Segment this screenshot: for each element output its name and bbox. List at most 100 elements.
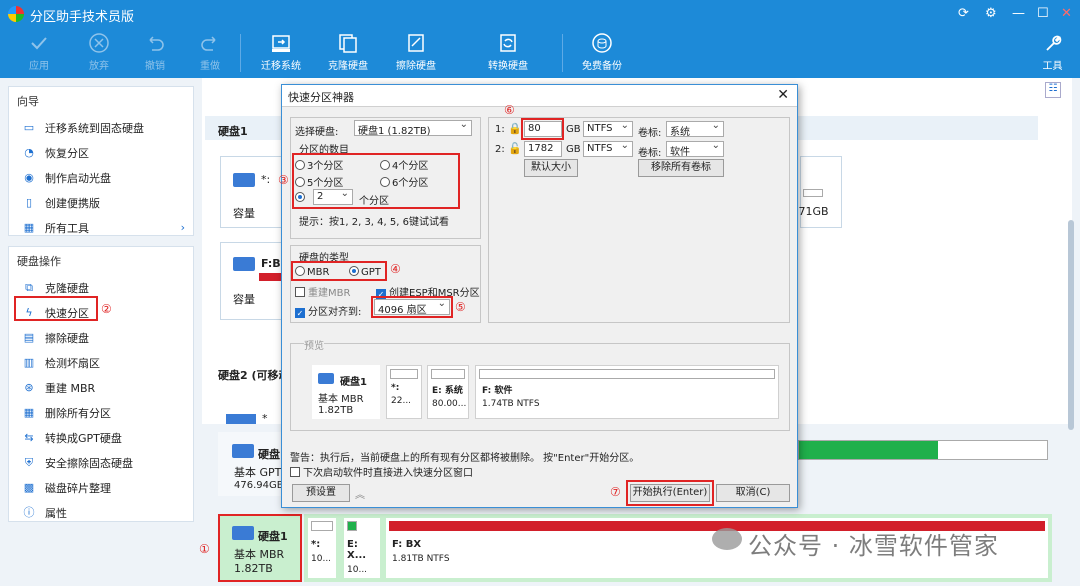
sidebar-item-properties[interactable]: ⓘ 属性 [9,500,193,525]
refresh-icon[interactable]: ⟳ [958,6,969,21]
minimize-icon[interactable]: — [1012,6,1025,21]
marker-2: ② [101,302,112,316]
preview-disk-size: 1.82TB [318,405,354,416]
sidebar-item-all-tools[interactable]: ▦ 所有工具 › [9,215,193,240]
migrate-os-button[interactable]: 迁移系统 [251,32,311,72]
disk-name: 硬盘1 [258,530,288,543]
highlight-count [292,153,460,209]
unlock-icon[interactable]: 🔓 [508,142,522,155]
warning-text: 警告：执行后，当前硬盘上的所有现有分区都将被删除。 按"Enter"开始分区。 [290,453,640,464]
row1-fs-dropdown[interactable]: NTFS [583,120,633,137]
disk1-gpt-card[interactable]: 硬盘1 基本 GPT 476.94GB [218,432,288,496]
redo-button[interactable]: 重做 [180,32,240,72]
discard-button[interactable]: 放弃 [69,32,129,72]
disk1-mbr-card[interactable]: 硬盘1 基本 MBR 1.82TB [218,514,302,582]
disk1-card[interactable]: *: 容量 [220,156,282,228]
row2-index: 2: [495,144,505,155]
disk1-size-card: .71GB [795,156,842,228]
preview-disk-name: 硬盘1 [340,377,367,388]
disk-ops-panel: 硬盘操作 ⧉ 克隆硬盘 ϟ 快速分区 ▤ 擦除硬盘 ▥ 检测坏扇区 ⊛ 重建 MBR ▦ 删… [8,246,194,522]
convert-icon: ⇆ [24,430,34,444]
clone-disk-button[interactable]: 克隆硬盘 [318,32,378,72]
row1-volume-label[interactable]: 系统 [666,120,724,138]
marker-1: ① [199,542,210,556]
highlight-align [371,296,453,318]
apply-button[interactable]: 应用 [9,32,69,72]
row1-unit: GB [566,124,581,135]
row2-label-text: 卷标: [638,148,662,159]
partition-name: E: X... [347,539,367,561]
migrate-icon [272,35,290,52]
tools-button[interactable]: 工具 [1025,32,1080,72]
double-chevron-up-icon[interactable]: ︽ [355,486,365,501]
disk-type: 基本 GPT [234,466,282,479]
rebuild-mbr-checkbox[interactable]: 重建MBR [295,284,350,299]
partition-cell[interactable]: E: X... 10... [344,518,380,578]
disk-ops-title: 硬盘操作 [17,255,61,268]
guide-title: 向导 [17,95,39,108]
partition-name: E: 系统 [432,386,463,396]
default-size-button[interactable]: 默认大小 [524,159,578,177]
sidebar-item-convert-gpt[interactable]: ⇆ 转换成GPT硬盘 [9,425,193,450]
info-icon: ⓘ [23,505,35,519]
remove-labels-button[interactable]: 移除所有卷标 [638,159,724,177]
close-icon[interactable]: ✕ [1061,6,1072,21]
view-toggle-icon[interactable]: ☷ [1045,82,1061,98]
partition-size: 1.74TB NTFS [482,399,540,409]
drive-icon [226,414,256,424]
maximize-icon[interactable]: ☐ [1037,6,1049,21]
delete-icon: ▦ [23,405,35,419]
cancel-button[interactable]: 取消(C) [716,484,790,502]
sidebar-item-wipe-disk[interactable]: ▤ 擦除硬盘 [9,325,193,350]
sidebar-item-delete-all[interactable]: ▦ 删除所有分区 [9,400,193,425]
undo-button[interactable]: 撤销 [125,32,185,72]
toolbar-separator [240,34,241,72]
size-label: .71GB [795,205,829,218]
disk-size: 476.94GB [234,480,284,491]
drive-icon [318,373,334,384]
discard-icon [89,33,109,53]
sidebar-item-rebuild-mbr[interactable]: ⊛ 重建 MBR [9,375,193,400]
marker-6: ⑥ [504,103,515,117]
select-disk-dropdown[interactable]: 硬盘1 (1.82TB) [354,119,472,137]
guide-panel: 向导 ▭ 迁移系统到固态硬盘 ◔ 恢复分区 ◉ 制作启动光盘 ▯ 创建便携版 ▦ 所有工具… [8,86,194,236]
sidebar-item-portable[interactable]: ▯ 创建便携版 [9,190,193,215]
disk2-header: 硬盘2 (可移动 [218,369,290,382]
sidebar-item-secure-erase[interactable]: ⛨ 安全擦除固态硬盘 [9,450,193,475]
usage-bar [259,273,281,281]
sidebar-item-migrate-ssd[interactable]: ▭ 迁移系统到固态硬盘 [9,115,193,140]
sidebar-item-recover-partition[interactable]: ◔ 恢复分区 [9,140,193,165]
settings-icon[interactable]: ⚙ [985,6,997,21]
free-backup-button[interactable]: 免费备份 [572,32,632,72]
wipe-disk-button[interactable]: 擦除硬盘 [386,32,446,72]
presets-button[interactable]: 预设置 [292,484,350,502]
row1-index: 1: [495,124,505,135]
row2-fs-dropdown[interactable]: NTFS [583,140,633,157]
partition-cell[interactable]: *: 10... [308,518,336,578]
clone-icon: ⧉ [25,280,33,294]
preview-disk-card: 硬盘1 基本 MBR 1.82TB [312,365,380,419]
next-boot-checkbox[interactable]: 下次启动软件时直接进入快速分区窗口 [290,464,473,479]
convert-disk-button[interactable]: 转换硬盘 [478,32,538,72]
wechat-logo-icon [712,528,742,550]
row2-size-input[interactable]: 1782 [524,141,562,157]
convert-disk-icon [500,34,516,52]
wipe-icon: ▤ [23,330,35,344]
lock-icon[interactable]: 🔒 [508,122,522,135]
row2-volume-label[interactable]: 软件 [666,140,724,158]
align-checkbox[interactable]: ✓ 分区对齐到: [295,303,361,318]
partition-star-label: *: [261,173,271,186]
migrate-icon: ▭ [23,120,35,134]
app-title: 分区助手技术员版 [30,10,135,25]
sidebar-item-bad-sector[interactable]: ▥ 检测坏扇区 [9,350,193,375]
marker-7: ⑦ [610,485,621,499]
toolbar-separator [562,34,563,72]
sidebar-item-boot-disc[interactable]: ◉ 制作启动光盘 [9,165,193,190]
redo-icon [201,36,216,51]
partition-size: 22... [391,396,412,406]
close-icon[interactable]: ✕ [777,87,789,103]
scrollbar[interactable] [1068,220,1074,430]
sidebar-item-defrag[interactable]: ▩ 磁盘碎片整理 [9,475,193,500]
fbx-card[interactable]: F:BX 容量 [220,242,289,320]
drive-icon [232,526,254,540]
